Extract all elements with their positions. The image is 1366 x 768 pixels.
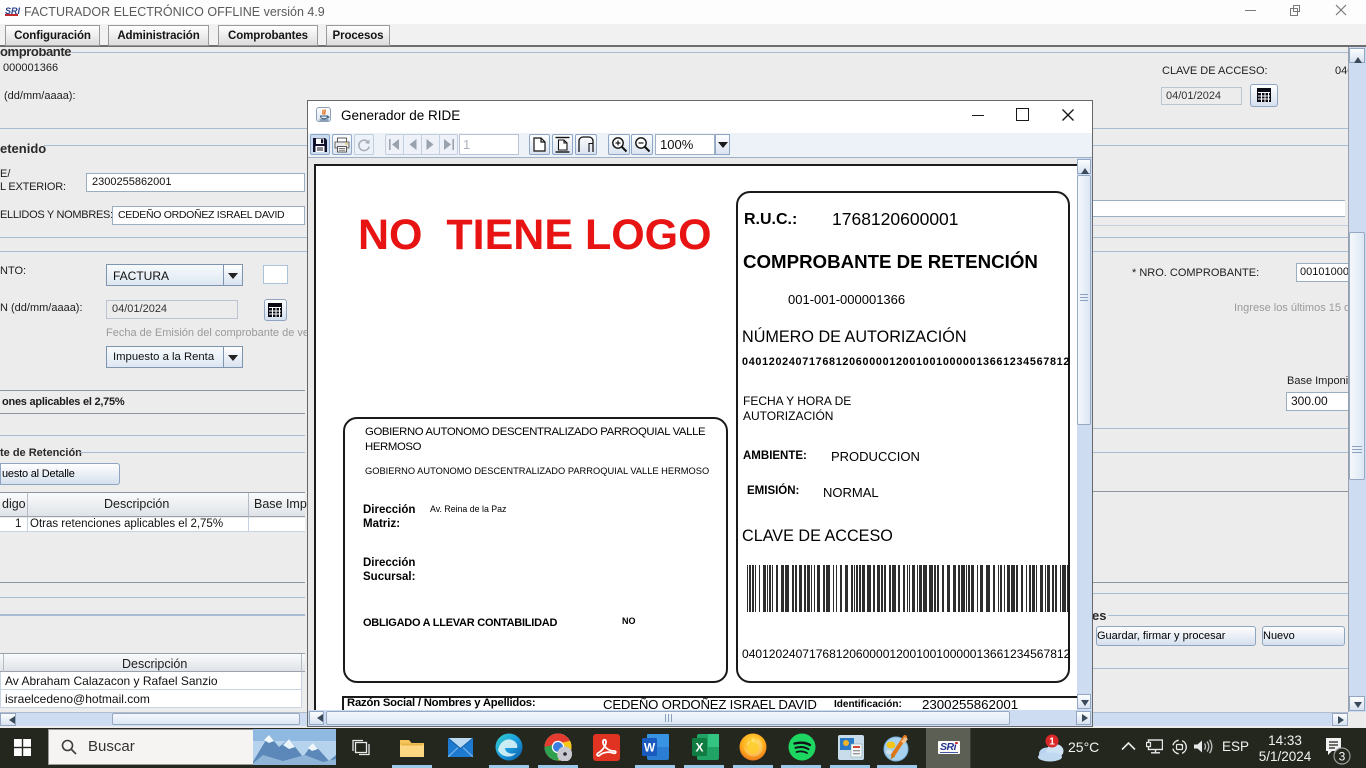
svg-text:3: 3 bbox=[1339, 750, 1346, 764]
svg-text:W: W bbox=[644, 741, 656, 755]
svg-text:X: X bbox=[695, 741, 703, 755]
svg-text:1: 1 bbox=[1049, 737, 1055, 748]
